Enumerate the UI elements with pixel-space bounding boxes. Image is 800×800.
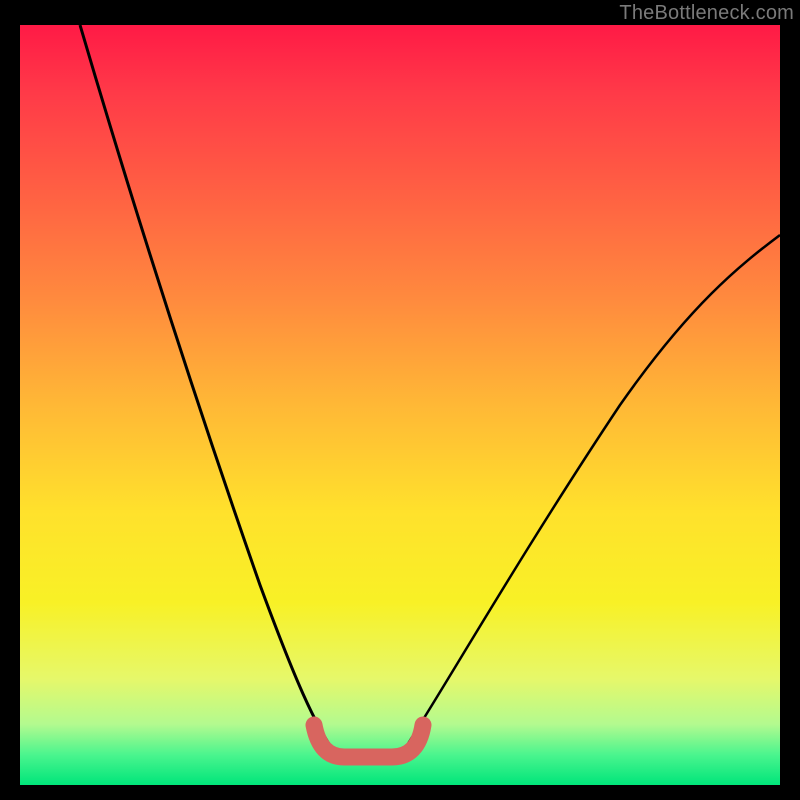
bottom-u-highlight bbox=[314, 725, 423, 757]
curve-svg bbox=[20, 25, 780, 785]
watermark-text: TheBottleneck.com bbox=[619, 2, 794, 25]
chart-frame: TheBottleneck.com bbox=[0, 0, 800, 800]
plot-area bbox=[20, 25, 780, 785]
left-curve bbox=[80, 25, 335, 753]
right-curve bbox=[402, 235, 780, 753]
